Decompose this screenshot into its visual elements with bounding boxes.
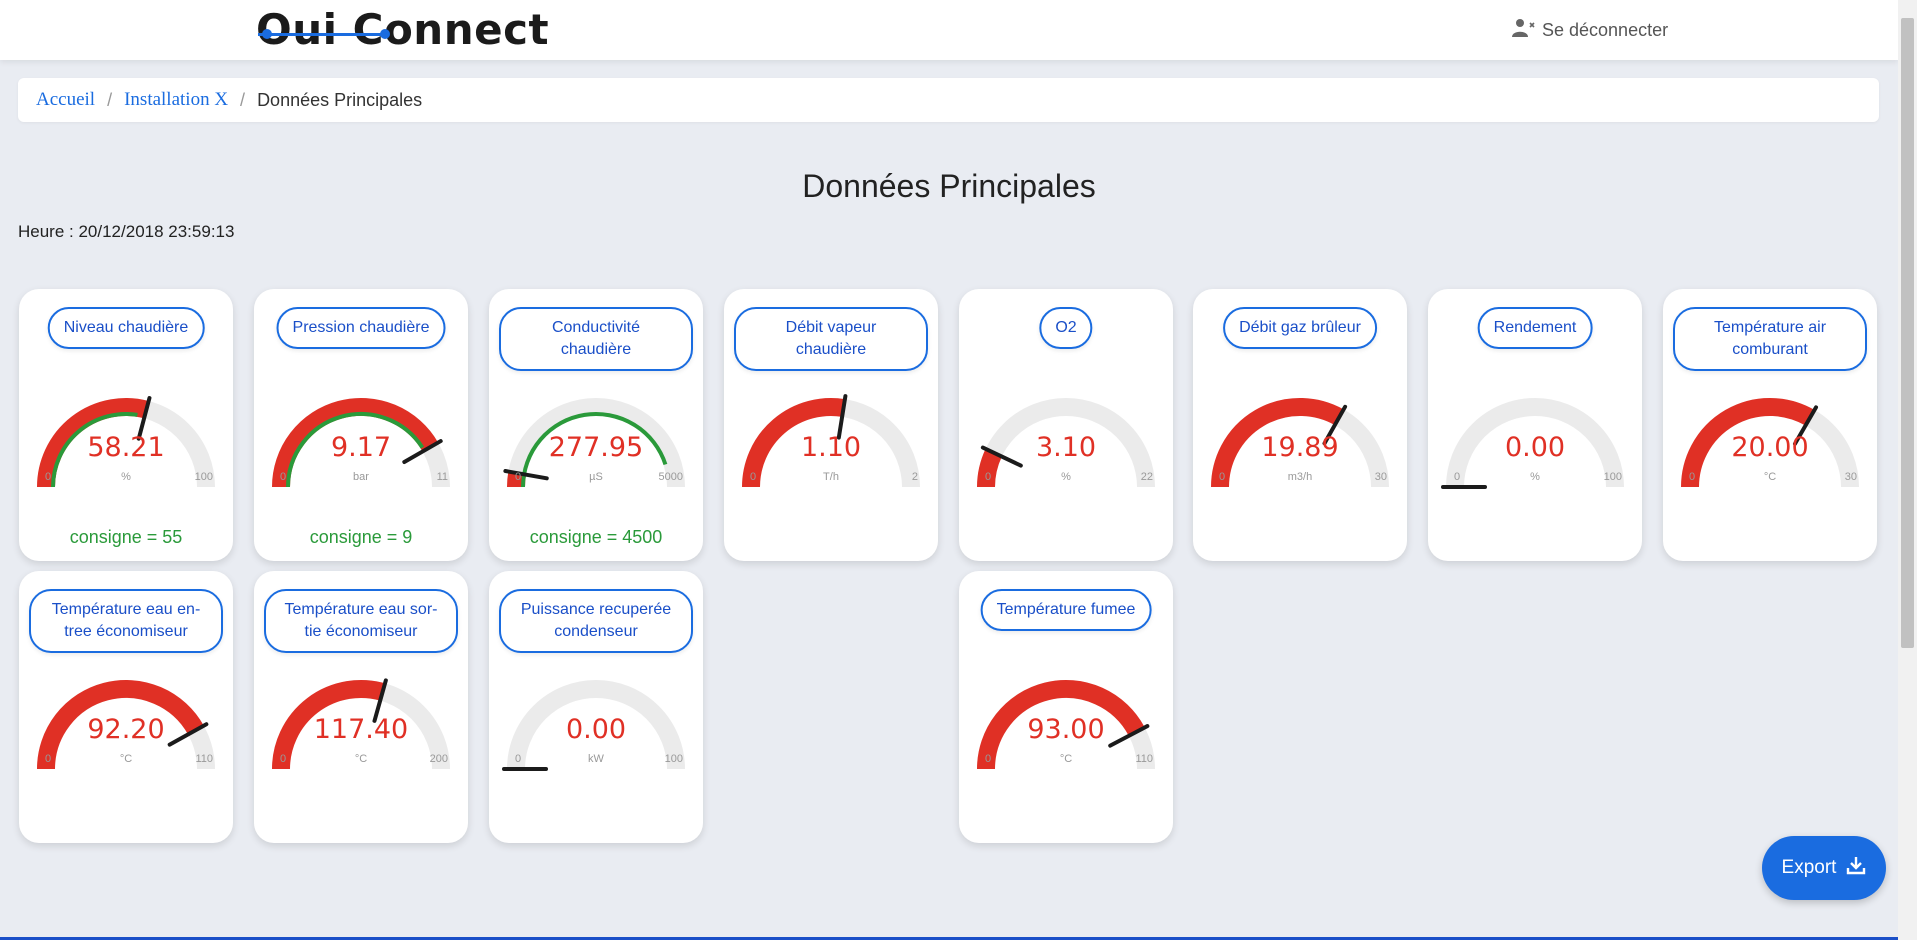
gauge-value: 20.00 bbox=[1731, 432, 1809, 463]
gauge-max: 22 bbox=[1140, 471, 1153, 483]
gauge-min: 0 bbox=[985, 753, 992, 765]
gauge-consigne: consigne = 55 bbox=[69, 527, 183, 547]
breadcrumb: Accueil / Installation X / Données Princ… bbox=[18, 78, 1879, 122]
gauge-max: 30 bbox=[1844, 471, 1857, 483]
gauge-card: Niveau chaudière 58.21% 0 100 consigne = 55 bbox=[19, 289, 233, 561]
export-button[interactable]: Export bbox=[1762, 836, 1886, 900]
gauge-value: 58.21 bbox=[87, 432, 165, 463]
gauge-card: O2 3.10% 0 22 bbox=[959, 289, 1173, 561]
time-label: Heure : 20/12/2018 23:59:13 bbox=[18, 222, 235, 241]
gauge-card: Température air comburant 20.00 °C 0 30 bbox=[1663, 289, 1877, 561]
top-bar: Oui Connect Se déconnecter bbox=[0, 0, 1898, 60]
gauge-card: Rendement 0.00% 0 100 bbox=[1428, 289, 1642, 561]
scrollbar[interactable] bbox=[1898, 0, 1917, 940]
gauge-title[interactable]: Température fumee bbox=[980, 589, 1152, 631]
gauge-card: Température eau en-tree économiseur 92.20… bbox=[19, 571, 233, 843]
breadcrumb-link-accueil[interactable]: Accueil bbox=[36, 89, 95, 111]
gauge-max: 200 bbox=[429, 753, 448, 765]
gauge-consigne: consigne = 9 bbox=[309, 527, 413, 547]
gauge-card: Température fumee 93.00 °C 0 110 bbox=[959, 571, 1173, 843]
breadcrumb-current: Données Principales bbox=[257, 89, 423, 110]
gauge-value: 0.00 bbox=[565, 714, 627, 745]
gauge-min: 0 bbox=[1219, 471, 1226, 483]
gauge-min: 0 bbox=[515, 753, 522, 765]
gauge-max: 110 bbox=[1135, 753, 1153, 765]
breadcrumb-separator: / bbox=[240, 89, 246, 110]
gauge-title[interactable]: Puissance recuperée condenseur bbox=[499, 589, 693, 653]
gauge-title[interactable]: Température eau en-tree économiseur bbox=[29, 589, 223, 653]
page-title: Données Principales bbox=[802, 168, 1096, 204]
gauge-max: 100 bbox=[664, 753, 683, 765]
breadcrumb-link-installation[interactable]: Installation X bbox=[124, 89, 228, 111]
gauge-card: Débit gaz brûleur 19.89 m3/h 0 30 bbox=[1193, 289, 1407, 561]
user-remove-icon bbox=[1512, 18, 1536, 43]
gauge-title[interactable]: Conductivité chaudière bbox=[499, 307, 693, 371]
gauge-min: 0 bbox=[750, 471, 757, 483]
gauge-consigne: consigne = 4500 bbox=[529, 527, 663, 547]
logo-dot bbox=[262, 29, 272, 39]
logo[interactable]: Oui Connect bbox=[256, 6, 549, 54]
gauge-title[interactable]: Débit vapeur chaudière bbox=[734, 307, 928, 371]
gauge-card: Conductivité chaudière 277.95 µS 0 5000 consi… bbox=[489, 289, 703, 561]
gauge-value: 9.17 bbox=[330, 432, 392, 463]
gauge-min: 0 bbox=[515, 471, 522, 483]
export-label: Export bbox=[1781, 857, 1837, 878]
gauge-min: 0 bbox=[1689, 471, 1696, 483]
gauge-max: 100 bbox=[1603, 471, 1622, 483]
gauge-title[interactable]: O2 bbox=[1039, 307, 1093, 349]
logout-label: Se déconnecter bbox=[1542, 19, 1669, 40]
gauge-max: 5000 bbox=[658, 471, 683, 483]
gauge-value: 1.10 bbox=[800, 432, 862, 463]
logout-button[interactable]: Se déconnecter bbox=[1512, 16, 1668, 44]
gauge-title[interactable]: Débit gaz brûleur bbox=[1223, 307, 1377, 349]
gauge-max: 30 bbox=[1374, 471, 1387, 483]
gauge-min: 0 bbox=[280, 471, 287, 483]
gauge-title[interactable]: Température air comburant bbox=[1673, 307, 1867, 371]
gauge-card: Débit vapeur chaudière 1.10 T/h 0 2 bbox=[724, 289, 938, 561]
logo-dot bbox=[380, 29, 390, 39]
gauge-max: 2 bbox=[911, 471, 918, 483]
gauge-max: 11 bbox=[436, 471, 448, 483]
gauge-card: Pression chaudière 9.17 bar 0 11 consigne = 9 bbox=[254, 289, 468, 561]
gauge-value: 92.20 bbox=[87, 714, 165, 745]
gauge-min: 0 bbox=[45, 753, 52, 765]
download-icon bbox=[1846, 855, 1866, 881]
gauge-min: 0 bbox=[280, 753, 287, 765]
gauge-value: 0.00 bbox=[1504, 432, 1566, 463]
gauge-title[interactable]: Rendement bbox=[1477, 307, 1593, 349]
gauge-value: 19.89 bbox=[1261, 432, 1339, 463]
breadcrumb-separator: / bbox=[107, 89, 113, 110]
gauge-value: 277.95 bbox=[548, 432, 644, 463]
gauge-max: 100 bbox=[194, 471, 213, 483]
gauge-min: 0 bbox=[45, 471, 52, 483]
scrollbar-thumb[interactable] bbox=[1901, 18, 1914, 648]
gauge-title[interactable]: Niveau chaudière bbox=[47, 307, 205, 349]
gauge-value: 117.40 bbox=[313, 714, 409, 745]
logo-line bbox=[258, 33, 388, 36]
gauge-card: Température eau sor-tie économiseur 117.4… bbox=[254, 571, 468, 843]
gauge-min: 0 bbox=[1454, 471, 1461, 483]
gauge-value: 3.10 bbox=[1035, 432, 1097, 463]
gauge-value: 93.00 bbox=[1027, 714, 1105, 745]
gauge-title[interactable]: Température eau sor-tie économiseur bbox=[264, 589, 458, 653]
gauge-min: 0 bbox=[985, 471, 992, 483]
gauge-max: 110 bbox=[195, 753, 213, 765]
gauge-card: Puissance recuperée condenseur 0.00 kW 0 100 bbox=[489, 571, 703, 843]
gauge-title[interactable]: Pression chaudière bbox=[276, 307, 446, 349]
